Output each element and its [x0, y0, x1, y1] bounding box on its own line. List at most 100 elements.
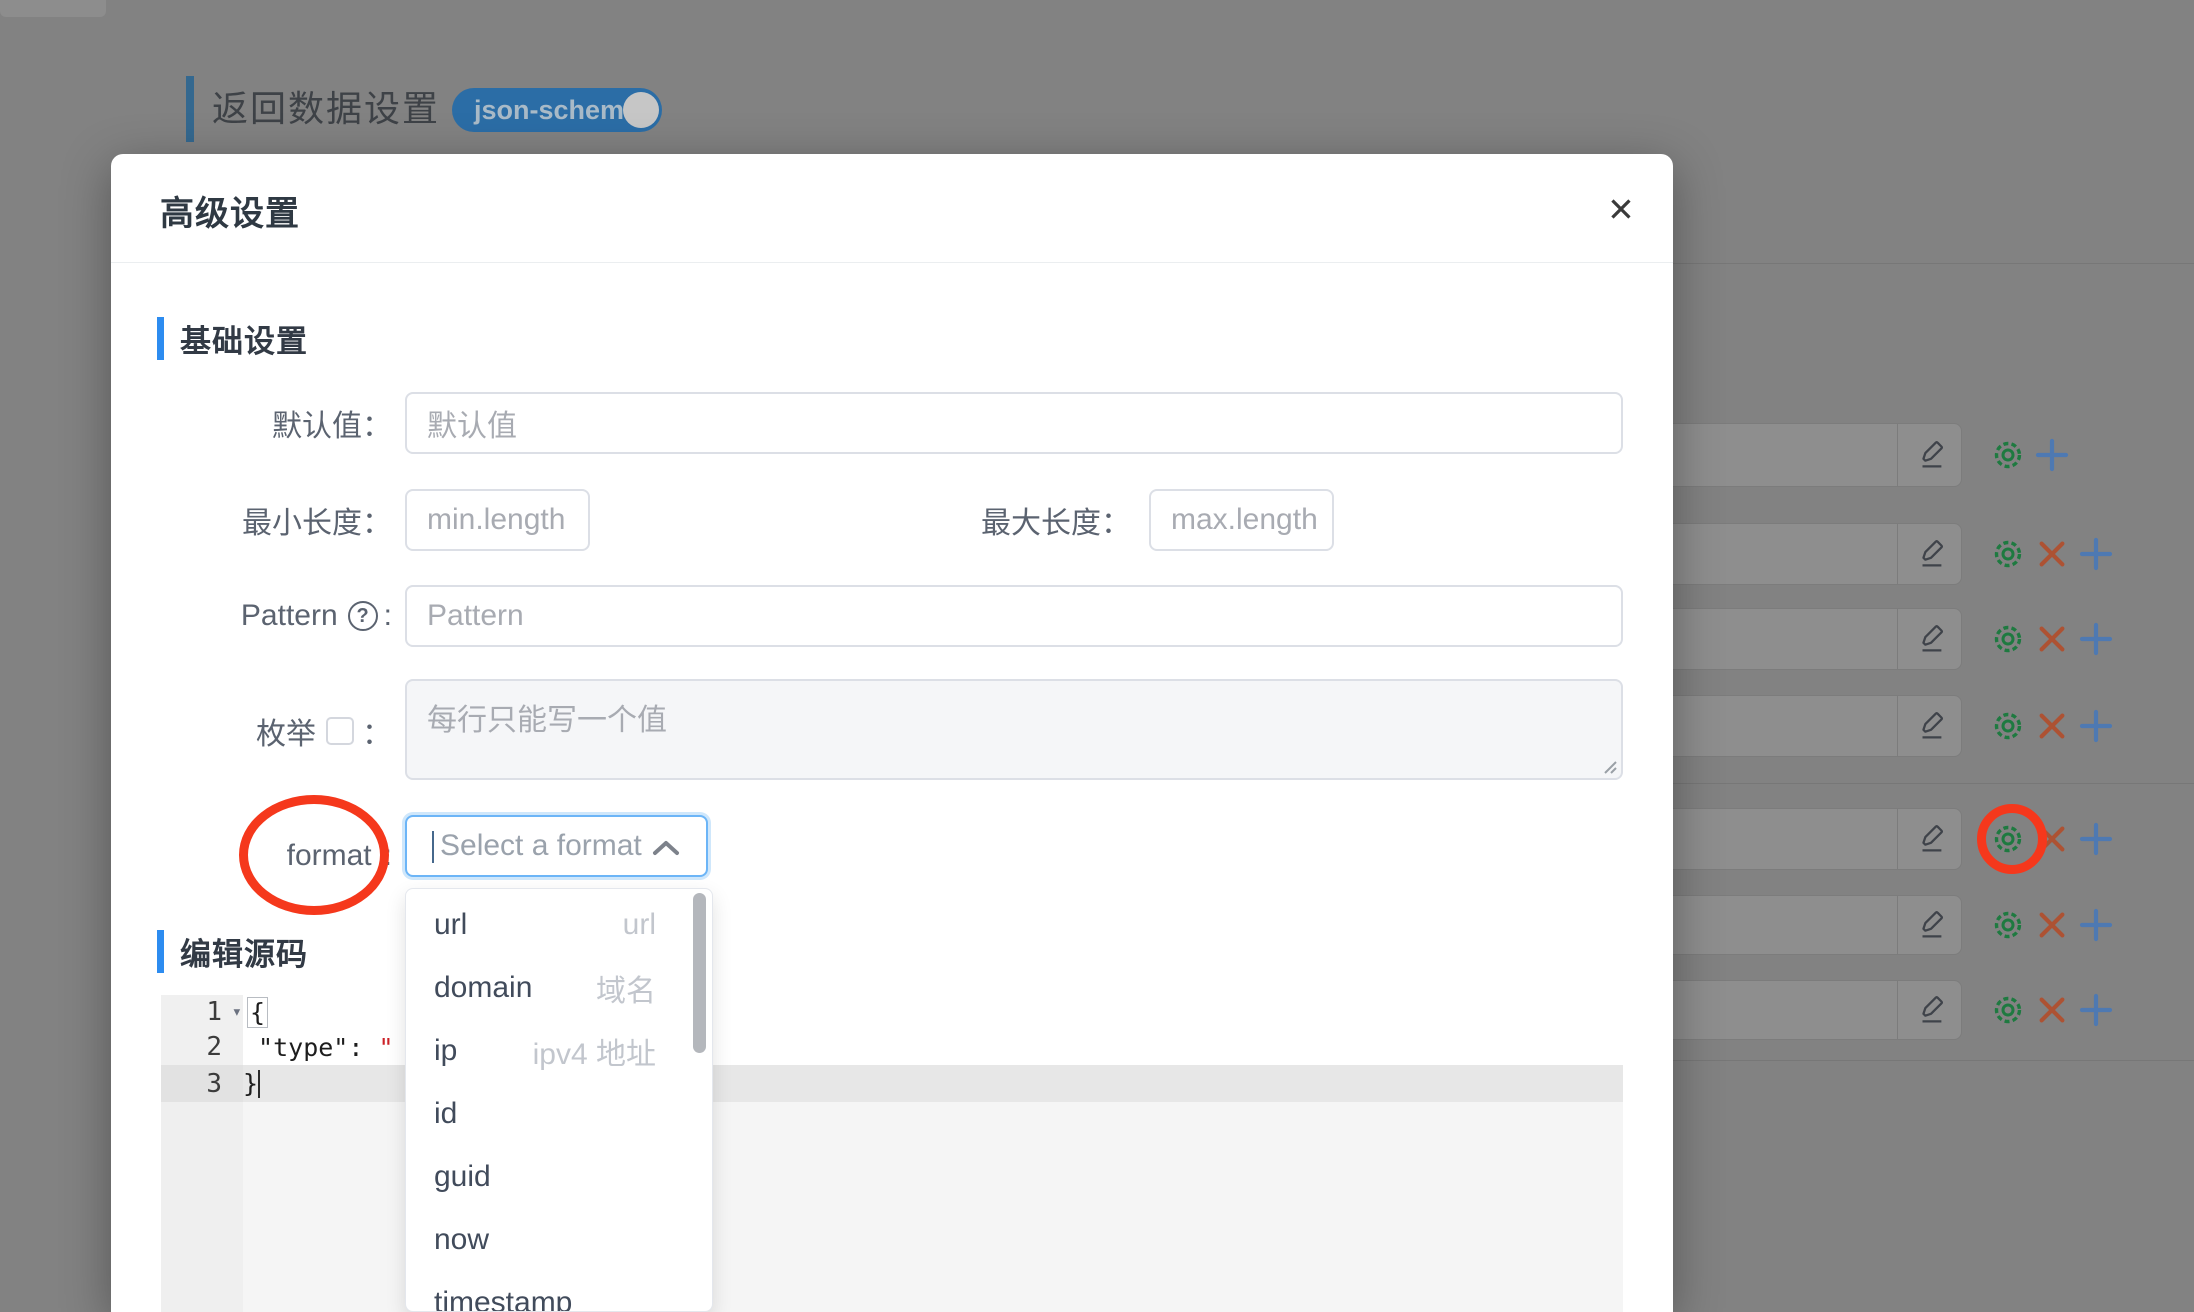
section-basic-settings: 基础设置	[157, 317, 308, 360]
dropdown-option[interactable]: ip ipv4 地址	[406, 1019, 712, 1082]
add-icon[interactable]	[2034, 437, 2070, 473]
dropdown-option[interactable]: timestamp	[406, 1271, 712, 1312]
delete-icon[interactable]	[2034, 708, 2070, 744]
edit-icon[interactable]	[1898, 809, 1963, 869]
backdrop-divider	[1660, 783, 2194, 784]
option-name: ip	[434, 1033, 458, 1067]
gear-icon[interactable]	[1990, 992, 2026, 1028]
source-code-editor[interactable]: 1 ▾ { 2 "type": " 3 }	[161, 995, 1623, 1312]
enum-label-text: 枚举	[256, 718, 316, 751]
edit-icon[interactable]	[1898, 696, 1963, 756]
editor-line: 2 "type": "	[161, 1029, 1623, 1065]
edit-icon[interactable]	[1898, 609, 1963, 669]
enum-placeholder: 每行只能写一个值	[427, 704, 667, 737]
format-dropdown: url url domain 域名 ip ipv4 地址 id guid now…	[405, 888, 713, 1312]
add-icon[interactable]	[2078, 621, 2114, 657]
section-basic-title: 基础设置	[180, 324, 308, 359]
page-title-accent-bar	[186, 76, 194, 142]
enum-label: 枚举 ：	[111, 700, 392, 762]
pattern-input[interactable]: Pattern	[405, 585, 1623, 647]
max-length-label: 最大长度：	[981, 507, 1131, 540]
edit-icon[interactable]	[1898, 524, 1963, 584]
pattern-placeholder: Pattern	[427, 599, 524, 632]
modal-title: 高级设置	[160, 195, 300, 233]
pattern-colon: :	[383, 599, 392, 632]
dropdown-option[interactable]: domain 域名	[406, 956, 712, 1019]
add-icon[interactable]	[2078, 907, 2114, 943]
chevron-up-icon	[653, 841, 679, 855]
editor-line: 1 ▾ {	[161, 995, 1623, 1029]
format-select[interactable]: Select a format	[405, 815, 708, 877]
close-icon[interactable]: ✕	[1599, 188, 1643, 232]
gear-icon[interactable]	[1990, 536, 2026, 572]
option-name: url	[434, 907, 468, 941]
min-length-input[interactable]: min.length	[405, 489, 590, 551]
json-schema-toggle[interactable]: json-schema	[452, 88, 662, 132]
editor-caret	[258, 1069, 261, 1098]
section-source-title: 编辑源码	[180, 937, 308, 972]
help-icon[interactable]: ?	[347, 601, 378, 631]
modal-header: 高级设置 ✕	[111, 154, 1673, 263]
dropdown-option[interactable]: guid	[406, 1145, 712, 1208]
editor-line	[161, 1102, 1623, 1312]
toggle-knob	[623, 92, 659, 128]
dropdown-option[interactable]: now	[406, 1208, 712, 1271]
edit-icon[interactable]	[1898, 981, 1963, 1039]
delete-icon[interactable]	[2034, 907, 2070, 943]
min-length-label: 最小长度：	[242, 507, 392, 540]
section-edit-source: 编辑源码	[157, 930, 308, 973]
backdrop-divider	[1660, 1060, 2194, 1061]
screenshot-root: { "page": { "title": "返回数据设置", "toggle_l…	[0, 0, 2194, 1312]
option-hint: ipv4 地址	[532, 1037, 656, 1071]
enum-checkbox[interactable]	[326, 717, 354, 745]
resize-handle-icon[interactable]	[1601, 758, 1617, 774]
fold-arrow-icon[interactable]: ▾	[232, 1002, 242, 1022]
gear-icon[interactable]	[1990, 708, 2026, 744]
min-length-placeholder: min.length	[427, 503, 566, 536]
option-name: now	[434, 1222, 490, 1256]
edit-icon[interactable]	[1898, 896, 1963, 954]
format-select-placeholder: Select a format	[440, 829, 642, 862]
default-value-placeholder: 默认值	[427, 410, 517, 443]
gear-icon[interactable]	[1990, 907, 2026, 943]
gear-icon[interactable]	[1990, 437, 2026, 473]
section-accent-bar	[157, 317, 164, 360]
default-value-input[interactable]: 默认值	[405, 392, 1623, 454]
gear-icon[interactable]	[1990, 621, 2026, 657]
line-number: 1	[206, 997, 222, 1027]
line-number: 2	[206, 1032, 222, 1062]
max-length-placeholder: max.length	[1171, 503, 1318, 536]
text-cursor	[432, 831, 434, 863]
editor-gutter: 3	[161, 1065, 243, 1102]
backdrop-divider	[1660, 263, 2194, 264]
add-icon[interactable]	[2078, 536, 2114, 572]
option-name: guid	[434, 1159, 491, 1193]
backdrop-corner-box	[0, 0, 106, 17]
delete-icon[interactable]	[2034, 992, 2070, 1028]
editor-gutter: 1 ▾	[161, 995, 243, 1029]
enum-textarea[interactable]: 每行只能写一个值	[405, 679, 1623, 780]
enum-colon: ：	[362, 718, 392, 751]
option-name: timestamp	[434, 1285, 573, 1312]
page-title: 返回数据设置	[212, 88, 441, 129]
dropdown-scrollbar[interactable]	[693, 893, 706, 1053]
pattern-label: Pattern ? :	[111, 585, 392, 647]
dropdown-option[interactable]: url url	[406, 893, 712, 956]
delete-icon[interactable]	[2034, 536, 2070, 572]
annotation-ellipse-format	[239, 795, 389, 915]
editor-gutter: 2	[161, 1029, 243, 1065]
line-number: 3	[206, 1068, 222, 1099]
dropdown-option[interactable]: id	[406, 1082, 712, 1145]
add-icon[interactable]	[2078, 708, 2114, 744]
delete-icon[interactable]	[2034, 621, 2070, 657]
annotation-circle-gear	[1977, 804, 2047, 874]
section-accent-bar	[157, 930, 164, 973]
max-length-input[interactable]: max.length	[1149, 489, 1334, 551]
add-icon[interactable]	[2078, 821, 2114, 857]
edit-icon[interactable]	[1898, 424, 1963, 486]
option-name: id	[434, 1096, 458, 1130]
editor-line: 3 }	[161, 1065, 1623, 1102]
default-value-label: 默认值：	[272, 410, 392, 443]
option-hint: 域名	[596, 974, 656, 1008]
add-icon[interactable]	[2078, 992, 2114, 1028]
